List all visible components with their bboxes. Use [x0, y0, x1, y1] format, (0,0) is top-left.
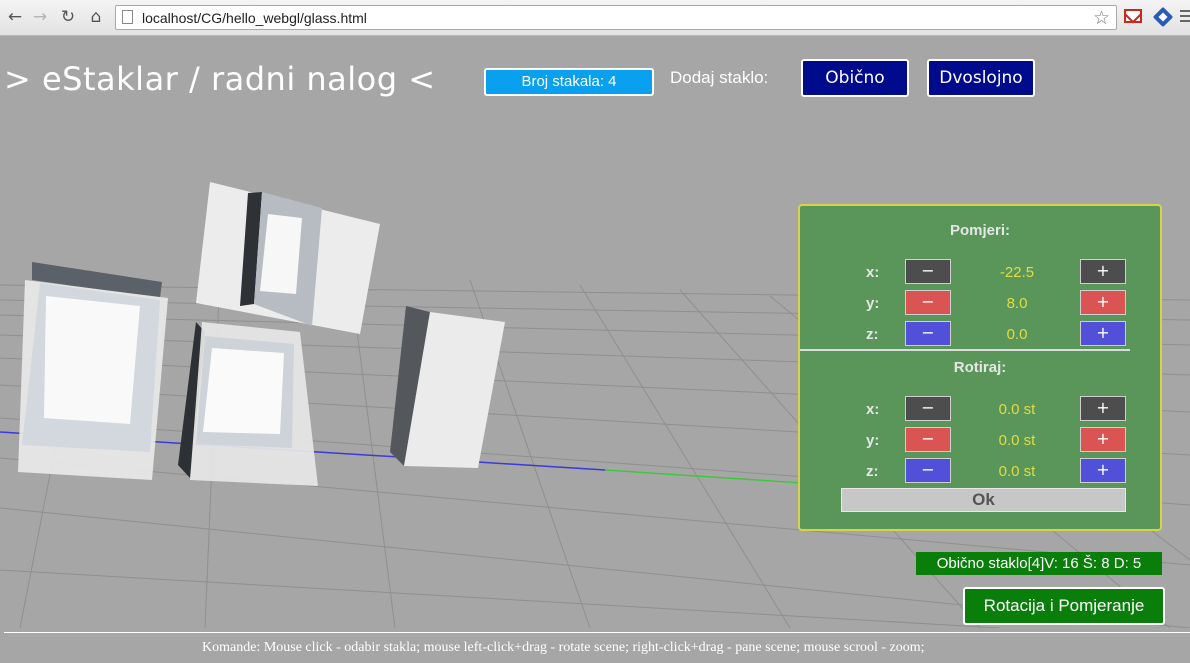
- move-z-minus-button[interactable]: −: [905, 321, 951, 346]
- transform-panel: Pomjeri: x: − -22.5 + y: − 8.0 + z: − 0.…: [798, 204, 1162, 531]
- ok-button[interactable]: Ok: [841, 488, 1126, 512]
- address-bar[interactable]: localhost/CG/hello_webgl/glass.html ☆: [115, 5, 1117, 30]
- move-y-label: y:: [866, 295, 880, 312]
- rotate-x-value: 0.0 st: [998, 401, 1036, 418]
- move-y-minus-button[interactable]: −: [905, 290, 951, 315]
- move-y-plus-button[interactable]: +: [1080, 290, 1126, 315]
- page-title: > eStaklar / radni nalog <: [4, 60, 436, 98]
- add-glass-label: Dodaj staklo:: [670, 68, 769, 87]
- rotate-x-plus-button[interactable]: +: [1080, 396, 1126, 421]
- extension-icon[interactable]: [1152, 6, 1174, 28]
- rotate-y-minus-button[interactable]: −: [905, 427, 951, 452]
- footer-divider: [4, 632, 1190, 633]
- url-text: localhost/CG/hello_webgl/glass.html: [142, 10, 367, 26]
- glass-pane-2: [196, 182, 380, 334]
- glass-pane-3: [178, 322, 318, 486]
- rotate-z-value: 0.0 st: [998, 463, 1036, 480]
- add-double-glass-button[interactable]: Dvoslojno: [927, 59, 1035, 97]
- home-icon[interactable]: ⌂: [85, 6, 107, 28]
- move-x-value: -22.5: [999, 264, 1035, 281]
- page-icon: [122, 10, 133, 24]
- bookmark-star-icon[interactable]: ☆: [1093, 7, 1110, 29]
- move-z-label: z:: [866, 326, 879, 343]
- gmail-icon[interactable]: [1124, 9, 1142, 23]
- back-icon[interactable]: ←: [4, 6, 26, 28]
- glass-count-badge: Broj stakala: 4: [484, 68, 654, 96]
- browser-toolbar: ← → ↻ ⌂ localhost/CG/hello_webgl/glass.h…: [0, 0, 1190, 36]
- reload-icon[interactable]: ↻: [57, 6, 79, 28]
- commands-help-text: Komande: Mouse click - odabir stakla; mo…: [202, 640, 925, 655]
- rotate-move-mode-button[interactable]: Rotacija i Pomjeranje: [963, 587, 1165, 625]
- menu-icon[interactable]: [1180, 10, 1190, 25]
- move-x-label: x:: [866, 264, 880, 281]
- glass-pane-1: [18, 262, 168, 480]
- add-single-glass-button[interactable]: Obično: [801, 59, 909, 97]
- rotate-z-plus-button[interactable]: +: [1080, 458, 1126, 483]
- selected-glass-status: Obično staklo[4]V: 16 Š: 8 D: 5: [916, 552, 1162, 575]
- rotate-y-plus-button[interactable]: +: [1080, 427, 1126, 452]
- forward-icon[interactable]: →: [29, 6, 51, 28]
- move-heading: Pomjeri:: [949, 222, 1010, 239]
- rotate-y-value: 0.0 st: [998, 432, 1036, 449]
- rotate-heading: Rotiraj:: [953, 359, 1007, 376]
- move-z-value: 0.0: [1006, 326, 1028, 343]
- move-x-plus-button[interactable]: +: [1080, 259, 1126, 284]
- move-x-minus-button[interactable]: −: [905, 259, 951, 284]
- glass-pane-4: [390, 306, 505, 468]
- panel-divider: [800, 349, 1130, 351]
- rotate-y-label: y:: [866, 432, 880, 449]
- rotate-z-label: z:: [866, 463, 879, 480]
- move-z-plus-button[interactable]: +: [1080, 321, 1126, 346]
- move-y-value: 8.0: [1006, 295, 1028, 312]
- rotate-x-label: x:: [866, 401, 880, 418]
- rotate-x-minus-button[interactable]: −: [905, 396, 951, 421]
- rotate-z-minus-button[interactable]: −: [905, 458, 951, 483]
